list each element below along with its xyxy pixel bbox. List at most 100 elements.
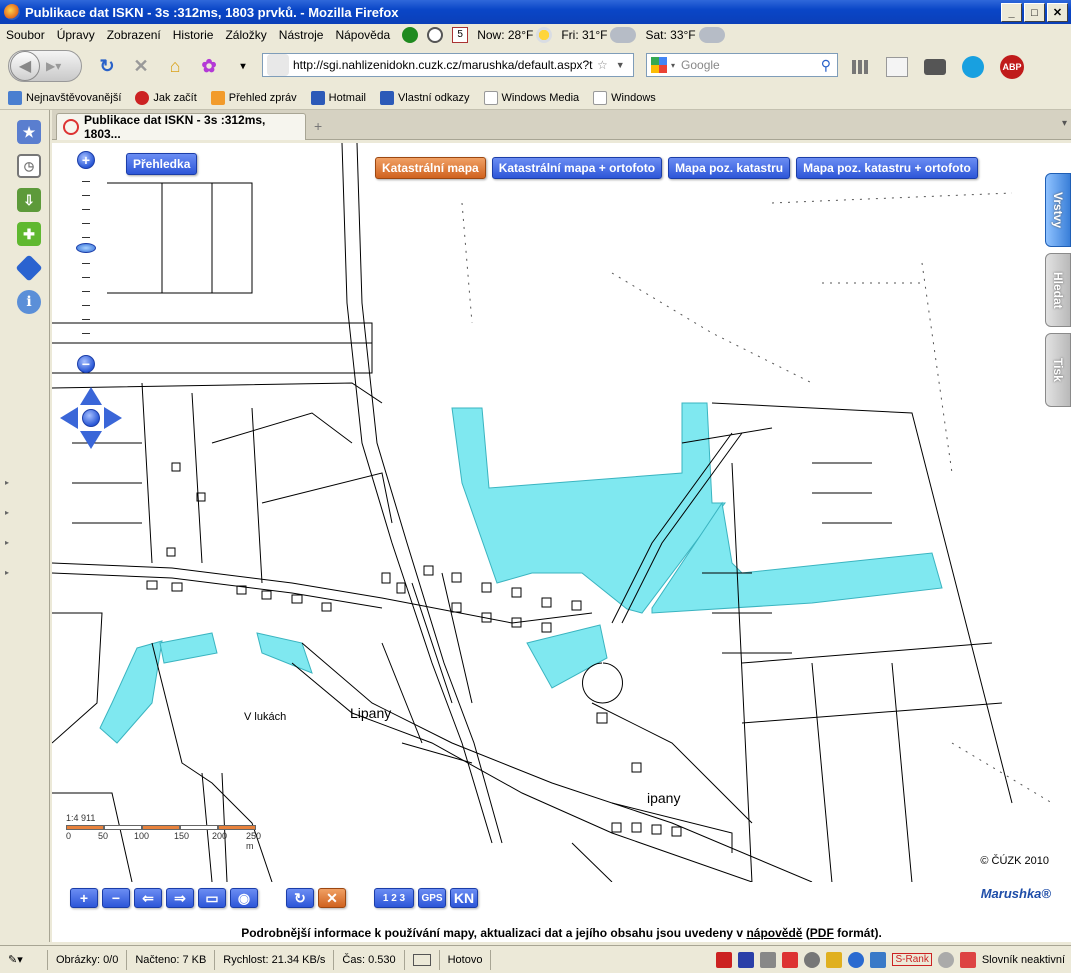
- weather-sat[interactable]: Sat: 33°F: [645, 27, 727, 43]
- overview-button[interactable]: Přehledka: [126, 153, 198, 175]
- pan-up-button[interactable]: [80, 387, 102, 405]
- zoom-out-button[interactable]: −: [77, 355, 95, 373]
- tab-hledat[interactable]: Hledat: [1045, 253, 1071, 327]
- tab-vrstvy[interactable]: Vrstvy: [1045, 173, 1071, 247]
- addons-puzzle-icon[interactable]: ✚: [17, 222, 41, 246]
- tab-list-dropdown-icon[interactable]: ▾: [1062, 118, 1067, 129]
- identify-tool-button[interactable]: ◉: [230, 888, 258, 908]
- bookmark-star-icon[interactable]: ☆: [597, 58, 608, 72]
- grid-icon[interactable]: [852, 60, 870, 74]
- stop-icon[interactable]: ✕: [130, 55, 152, 77]
- bookmark-hotmail[interactable]: Hotmail: [310, 90, 366, 105]
- back-button[interactable]: ◀: [10, 51, 40, 81]
- layer-button-land-cadastre-orthophoto[interactable]: Mapa poz. katastru + ortofoto: [796, 157, 978, 179]
- url-text[interactable]: http://sgi.nahlizenidokn.cuzk.cz/marushk…: [293, 58, 593, 72]
- sp-icon[interactable]: [870, 951, 887, 968]
- bookmark-news[interactable]: Přehled zpráv: [210, 90, 297, 105]
- minimize-button[interactable]: _: [1001, 3, 1022, 22]
- dictionary-icon[interactable]: [959, 951, 976, 968]
- notes-icon[interactable]: [886, 57, 908, 77]
- url-dropdown-icon[interactable]: ▼: [616, 60, 625, 70]
- layer-button-cadastral-map[interactable]: Katastrální mapa: [375, 157, 486, 179]
- previous-view-button[interactable]: ⇐: [134, 888, 162, 908]
- adblock-icon[interactable]: ABP: [1000, 55, 1024, 79]
- bookmark-most-visited[interactable]: Nejnavštěvovanější: [8, 90, 121, 105]
- search-input[interactable]: Google: [681, 58, 720, 72]
- zoom-rectangle-button[interactable]: ▭: [198, 888, 226, 908]
- layer-button-land-cadastre[interactable]: Mapa poz. katastru: [668, 157, 791, 179]
- forward-button[interactable]: ▶▾: [46, 59, 61, 73]
- menu-nastroje[interactable]: Nástroje: [273, 28, 330, 42]
- disabled-red-x-icon[interactable]: [716, 951, 733, 968]
- gear-icon[interactable]: [804, 951, 821, 968]
- zoom-out-tool-button[interactable]: −: [102, 888, 130, 908]
- refresh-map-button[interactable]: ↻: [286, 888, 314, 908]
- reload-icon[interactable]: ↻: [96, 55, 118, 77]
- gps-button[interactable]: GPS: [418, 888, 446, 908]
- menu-zalozky[interactable]: Záložky: [219, 28, 272, 42]
- layer-button-cadastral-orthophoto[interactable]: Katastrální mapa + ortofoto: [491, 157, 663, 179]
- menu-zobrazeni[interactable]: Zobrazení: [101, 28, 167, 42]
- calendar-icon[interactable]: 5: [452, 27, 471, 43]
- tab-title[interactable]: Publikace dat ISKN - 3s :312ms, 1803...: [84, 113, 305, 141]
- skype-icon[interactable]: [962, 56, 984, 78]
- status-keyboard-icon[interactable]: [405, 949, 440, 970]
- weather-now[interactable]: Now: 28°F: [477, 27, 555, 43]
- maximize-button[interactable]: □: [1024, 3, 1045, 22]
- menu-historie[interactable]: Historie: [167, 28, 220, 42]
- help-link[interactable]: nápovědě: [746, 926, 802, 940]
- zoom-slider-handle[interactable]: [76, 243, 96, 253]
- status-tool-icon[interactable]: ✎▾: [0, 949, 48, 970]
- info-icon[interactable]: i: [17, 290, 41, 314]
- search-icon[interactable]: ⚲: [821, 57, 831, 74]
- search-bar[interactable]: ▾ Google ⚲: [646, 53, 838, 77]
- map-highlighted-parcels[interactable]: [99, 402, 943, 744]
- bookmark-windows-media[interactable]: Windows Media: [483, 90, 579, 105]
- menu-napoveda[interactable]: Nápověda: [329, 28, 396, 42]
- overview-button-label[interactable]: Přehledka: [133, 157, 190, 171]
- splitter-grip[interactable]: ▸ ▸ ▸ ▸: [5, 468, 9, 588]
- addon-flower-icon[interactable]: ✿: [198, 55, 220, 77]
- zoom-in-tool-button[interactable]: +: [70, 888, 98, 908]
- globe-icon[interactable]: [848, 951, 865, 968]
- tab-publikace[interactable]: Publikace dat ISKN - 3s :312ms, 1803...: [56, 113, 306, 141]
- dropdown-icon[interactable]: ▾: [232, 55, 254, 77]
- map-canvas[interactable]: V lukách Lipany ipany: [52, 143, 1071, 882]
- numbers-toggle-button[interactable]: 1 2 3: [374, 888, 414, 908]
- close-window-button[interactable]: ✕: [1047, 3, 1068, 22]
- downloads-icon[interactable]: ⇩: [17, 188, 41, 212]
- pan-center-button[interactable]: [82, 409, 100, 427]
- zoom-in-button[interactable]: +: [77, 151, 95, 169]
- srank-badge[interactable]: S-Rank: [892, 953, 932, 966]
- next-view-button[interactable]: ⇒: [166, 888, 194, 908]
- kn-button[interactable]: KN: [450, 888, 478, 908]
- menu-soubor[interactable]: Soubor: [0, 28, 51, 42]
- google-icon[interactable]: [651, 57, 667, 73]
- pan-right-button[interactable]: [104, 407, 122, 429]
- red-x-icon[interactable]: [782, 951, 799, 968]
- no-script-icon[interactable]: [937, 951, 954, 968]
- tab-tisk[interactable]: Tisk: [1045, 333, 1071, 407]
- pvd-icon[interactable]: [738, 951, 755, 968]
- home-icon[interactable]: ⌂: [164, 55, 186, 77]
- search-dropdown-icon[interactable]: ▾: [671, 61, 675, 70]
- bookmark-custom-links[interactable]: Vlastní odkazy: [379, 90, 470, 105]
- weather-fri[interactable]: Fri: 31°F: [561, 27, 639, 43]
- camera-icon[interactable]: [924, 59, 946, 75]
- new-tab-button[interactable]: +: [314, 118, 322, 134]
- bookmark-windows[interactable]: Windows: [593, 90, 656, 105]
- pencil-icon[interactable]: [760, 951, 777, 968]
- site-identity-icon[interactable]: [267, 54, 289, 76]
- clear-selection-button[interactable]: ✕: [318, 888, 346, 908]
- cadastral-map[interactable]: V lukách Lipany ipany Přehledka Katastrá…: [52, 143, 1071, 882]
- clock-icon[interactable]: [427, 27, 446, 43]
- url-bar[interactable]: http://sgi.nahlizenidokn.cuzk.cz/marushk…: [262, 53, 634, 77]
- history-clock-icon[interactable]: ◷: [17, 154, 41, 178]
- menu-upravy[interactable]: Úpravy: [51, 28, 101, 42]
- blue-diamond-icon[interactable]: [15, 254, 43, 282]
- pan-left-button[interactable]: [60, 407, 78, 429]
- pan-down-button[interactable]: [80, 431, 102, 449]
- pdf-link[interactable]: PDF: [810, 926, 834, 940]
- bookmark-getting-started[interactable]: Jak začít: [135, 90, 197, 105]
- shield-icon[interactable]: [826, 951, 843, 968]
